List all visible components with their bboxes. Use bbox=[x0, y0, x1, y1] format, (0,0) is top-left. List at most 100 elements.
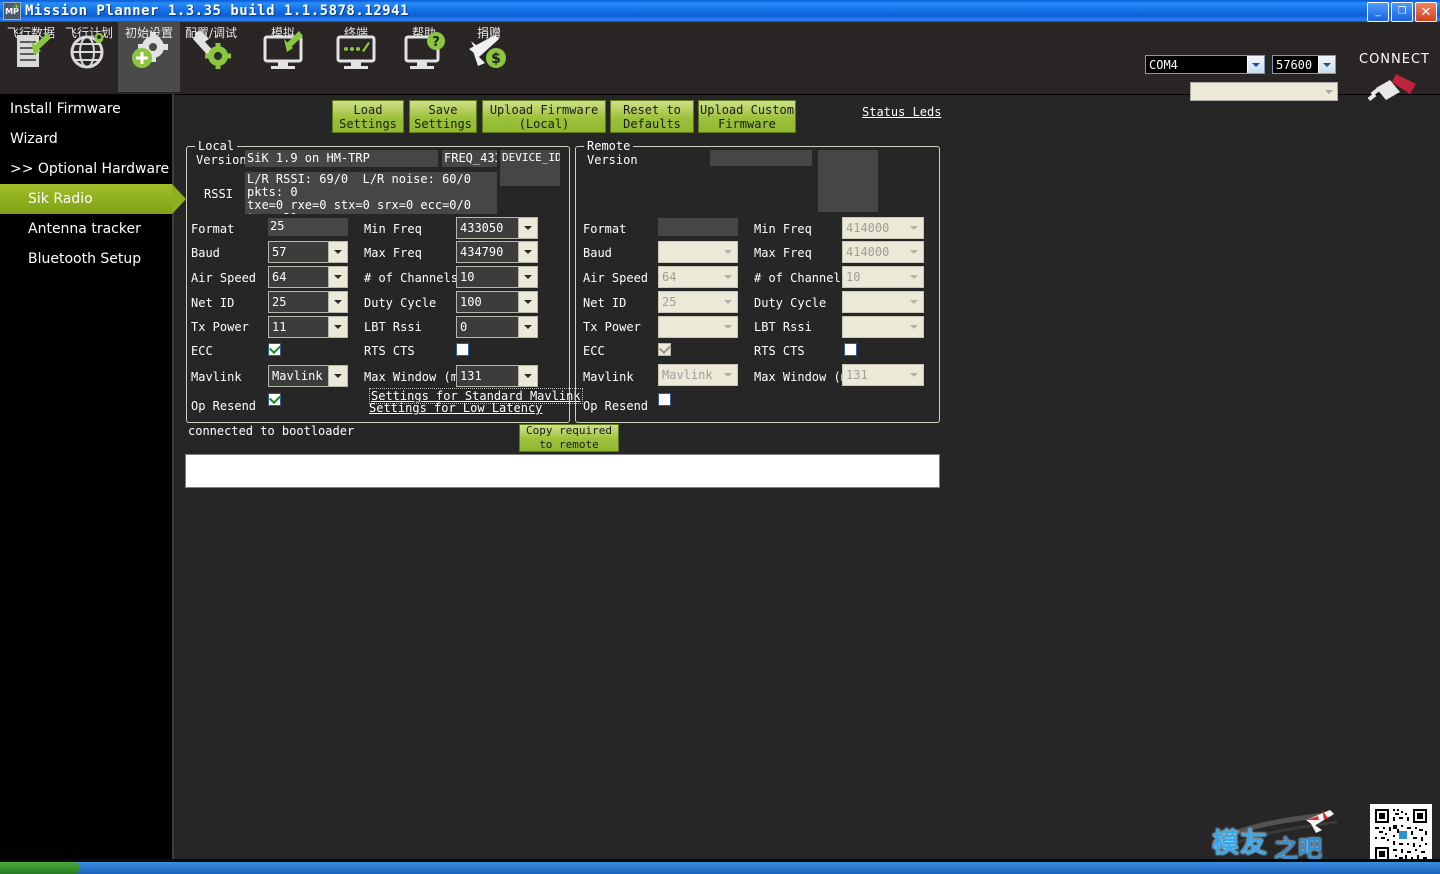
chevron-down-icon[interactable] bbox=[518, 218, 537, 238]
chevron-down-icon[interactable] bbox=[328, 267, 347, 287]
chevron-down-icon[interactable] bbox=[518, 317, 537, 337]
main-content: Load Settings Save Settings Upload Firmw… bbox=[0, 0, 1440, 874]
chevron-down-icon[interactable] bbox=[904, 317, 923, 337]
taskbar bbox=[0, 862, 1440, 874]
local-device-id-value: DEVICE_ID_HM_TRP bbox=[500, 150, 560, 186]
save-settings-button[interactable]: Save Settings bbox=[409, 100, 477, 133]
chevron-down-icon[interactable] bbox=[518, 366, 537, 386]
remote-rtscts-label: RTS CTS bbox=[754, 344, 805, 358]
local-lbt-rssi-select[interactable]: 0 bbox=[456, 316, 538, 338]
local-channels-label: # of Channels bbox=[364, 271, 458, 285]
chevron-down-icon[interactable] bbox=[718, 365, 737, 385]
local-min-freq-select[interactable]: 433050 bbox=[456, 217, 538, 239]
remote-max-window-select[interactable]: 131 bbox=[842, 364, 924, 386]
settings-low-latency-link[interactable]: Settings for Low Latency bbox=[369, 401, 542, 415]
local-lbt-rssi-value: 0 bbox=[460, 320, 468, 334]
remote-net-id-select[interactable]: 25 bbox=[658, 291, 738, 313]
status-message: connected to bootloader bbox=[188, 424, 355, 438]
remote-ecc-label: ECC bbox=[583, 344, 605, 358]
upload-custom-firmware-button[interactable]: Upload Custom Firmware bbox=[698, 100, 796, 133]
chevron-down-icon[interactable] bbox=[904, 365, 923, 385]
chevron-down-icon[interactable] bbox=[718, 242, 737, 262]
copy-required-to-remote-button[interactable]: Copy required to remote bbox=[519, 424, 619, 452]
remote-lbt-rssi-select[interactable] bbox=[842, 316, 924, 338]
local-rtscts-label: RTS CTS bbox=[364, 344, 415, 358]
local-baud-value: 57 bbox=[272, 245, 287, 259]
remote-version-label: Version bbox=[587, 153, 638, 167]
local-txpower-label: Tx Power bbox=[191, 320, 249, 334]
chevron-down-icon[interactable] bbox=[904, 267, 923, 287]
chevron-down-icon[interactable] bbox=[328, 242, 347, 262]
remote-tx-power-select[interactable] bbox=[658, 316, 738, 338]
remote-mavlink-label: Mavlink bbox=[583, 370, 634, 384]
chevron-down-icon[interactable] bbox=[518, 267, 537, 287]
chevron-down-icon[interactable] bbox=[718, 292, 737, 312]
chevron-down-icon[interactable] bbox=[518, 292, 537, 312]
load-settings-button[interactable]: Load Settings bbox=[332, 100, 404, 133]
chevron-down-icon[interactable] bbox=[904, 242, 923, 262]
remote-max-window-value: 131 bbox=[846, 368, 868, 382]
local-net-id-select[interactable]: 25 bbox=[268, 291, 348, 313]
chevron-down-icon[interactable] bbox=[328, 292, 347, 312]
status-leds-link[interactable]: Status Leds bbox=[862, 105, 941, 119]
watermark-logo: 模友 之吧 bbox=[1212, 804, 1352, 863]
remote-baud-label: Baud bbox=[583, 246, 612, 260]
remote-max-freq-select[interactable]: 414000 bbox=[842, 241, 924, 263]
watermark-text-1: 模友 bbox=[1212, 828, 1268, 859]
local-op-resend-checkbox[interactable] bbox=[268, 393, 281, 406]
upload-firmware-local-button[interactable]: Upload Firmware (Local) bbox=[482, 100, 606, 133]
remote-channels-select[interactable]: 10 bbox=[842, 266, 924, 288]
local-mavlink-select[interactable]: Mavlink bbox=[268, 365, 348, 387]
local-ecc-checkbox[interactable] bbox=[268, 343, 281, 356]
chevron-down-icon[interactable] bbox=[328, 366, 347, 386]
remote-mavlink-value: Mavlink bbox=[662, 368, 713, 382]
local-lbtrssi-label: LBT Rssi bbox=[364, 320, 422, 334]
local-rts-cts-checkbox[interactable] bbox=[456, 343, 469, 356]
remote-lbtrssi-label: LBT Rssi bbox=[754, 320, 812, 334]
start-button[interactable] bbox=[0, 862, 80, 874]
remote-baud-select[interactable] bbox=[658, 241, 738, 263]
local-baud-label: Baud bbox=[191, 246, 220, 260]
chevron-down-icon[interactable] bbox=[718, 317, 737, 337]
console-output[interactable] bbox=[185, 454, 940, 488]
local-max-window-select[interactable]: 131 bbox=[456, 365, 538, 387]
remote-min-freq-select[interactable]: 414000 bbox=[842, 217, 924, 239]
remote-rts-cts-checkbox[interactable] bbox=[844, 343, 857, 356]
local-air-speed-select[interactable]: 64 bbox=[268, 266, 348, 288]
local-channels-value: 10 bbox=[460, 270, 475, 284]
local-tx-power-select[interactable]: 11 bbox=[268, 316, 348, 338]
chevron-down-icon[interactable] bbox=[718, 267, 737, 287]
remote-dutycycle-label: Duty Cycle bbox=[754, 296, 827, 310]
chevron-down-icon[interactable] bbox=[904, 218, 923, 238]
local-version-label: Version bbox=[196, 153, 247, 167]
remote-maxfreq-label: Max Freq bbox=[754, 246, 812, 260]
local-duty-cycle-select[interactable]: 100 bbox=[456, 291, 538, 313]
reset-to-defaults-button[interactable]: Reset to Defaults bbox=[610, 100, 694, 133]
remote-device-id-value bbox=[818, 150, 878, 212]
local-version-value: SiK 1.9 on HM-TRP bbox=[245, 150, 438, 167]
remote-ecc-checkbox[interactable] bbox=[658, 343, 671, 356]
remote-channels-label: # of Channels bbox=[754, 271, 848, 285]
remote-opresend-label: Op Resend bbox=[583, 399, 649, 413]
remote-duty-cycle-select[interactable] bbox=[842, 291, 924, 313]
chevron-down-icon[interactable] bbox=[328, 317, 347, 337]
remote-op-resend-checkbox[interactable] bbox=[658, 393, 671, 406]
local-freq-value: FREQ_433 bbox=[442, 150, 497, 167]
chevron-down-icon[interactable] bbox=[518, 242, 537, 262]
chevron-down-icon[interactable] bbox=[904, 292, 923, 312]
local-net-id-value: 25 bbox=[272, 295, 287, 309]
local-format-value: 25 bbox=[268, 218, 348, 236]
local-max-freq-select[interactable]: 434790 bbox=[456, 241, 538, 263]
remote-mavlink-select[interactable]: Mavlink bbox=[658, 364, 738, 386]
local-min-freq-value: 433050 bbox=[460, 221, 504, 235]
local-mavlink-label: Mavlink bbox=[191, 370, 242, 384]
local-duty-cycle-value: 100 bbox=[460, 295, 482, 309]
remote-air-speed-select[interactable]: 64 bbox=[658, 266, 738, 288]
remote-airspeed-label: Air Speed bbox=[583, 271, 649, 285]
remote-lbt-rssi-value bbox=[843, 317, 904, 337]
local-minfreq-label: Min Freq bbox=[364, 222, 422, 236]
local-channels-select[interactable]: 10 bbox=[456, 266, 538, 288]
local-netid-label: Net ID bbox=[191, 296, 235, 310]
local-baud-select[interactable]: 57 bbox=[268, 241, 348, 263]
local-airspeed-label: Air Speed bbox=[191, 271, 257, 285]
